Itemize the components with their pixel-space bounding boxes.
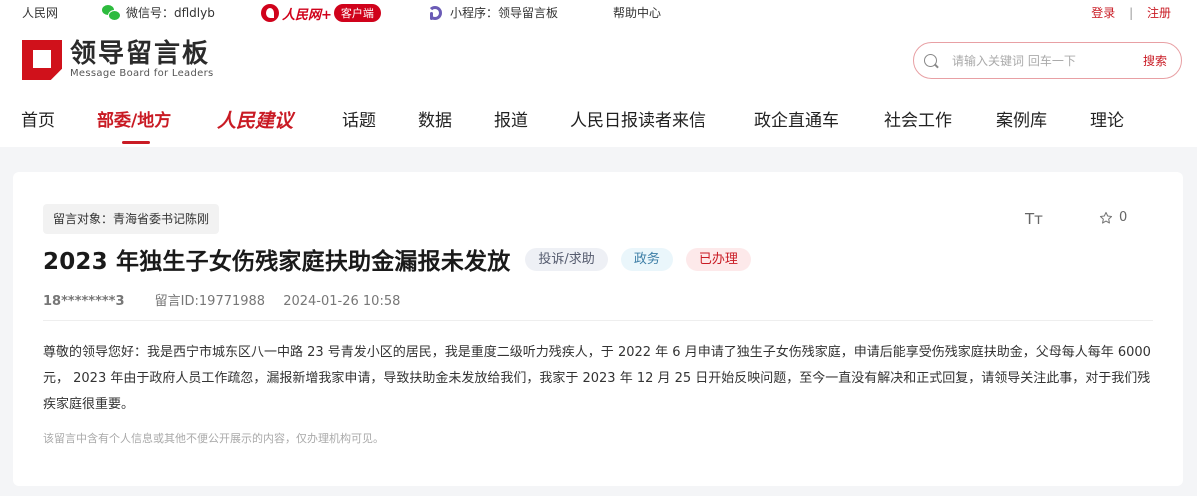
nav-item-theory[interactable]: 理论 bbox=[1090, 106, 1124, 147]
wechat-label: 微信号：dfldlyb bbox=[126, 6, 215, 20]
message-user: 18********3 bbox=[43, 294, 125, 309]
nav-item-social-work[interactable]: 社会工作 bbox=[884, 106, 952, 147]
message-card: 留言对象：青海省委书记陈刚 Tт 0 2023 年独生子女伤残家庭扶助金漏报未发… bbox=[13, 172, 1183, 486]
logo-mark-icon bbox=[22, 40, 62, 80]
nav-item-reader-letters[interactable]: 人民日报读者来信 bbox=[570, 106, 706, 147]
message-content: 尊敬的领导您好：我是西宁市城东区八一中路 23 号青发小区的居民，我是重度二级听… bbox=[43, 345, 1151, 412]
search-input[interactable] bbox=[952, 53, 1143, 68]
wechat-account[interactable]: 微信号：dfldlyb bbox=[102, 4, 215, 21]
logo-subtitle: Message Board for Leaders bbox=[70, 68, 214, 79]
title-row: 2023 年独生子女伤残家庭扶助金漏报未发放 投诉/求助 政务 已办理 bbox=[43, 242, 751, 276]
register-link[interactable]: 注册 bbox=[1147, 6, 1171, 20]
nav-item-case-library[interactable]: 案例库 bbox=[996, 106, 1047, 147]
message-target: 留言对象：青海省委书记陈刚 bbox=[43, 204, 220, 234]
search-box: 搜索 bbox=[913, 42, 1182, 79]
nav-item-ministries-local[interactable]: 部委/地方 bbox=[97, 106, 171, 147]
privacy-note: 该留言中含有个人信息或其他不便公开展示的内容，仅办理机构可见。 bbox=[43, 432, 384, 445]
mini-program-icon bbox=[426, 5, 442, 21]
search-button[interactable]: 搜索 bbox=[1143, 52, 1167, 69]
message-title: 2023 年独生子女伤残家庭扶助金漏报未发放 bbox=[43, 249, 511, 275]
favorite-button[interactable]: 0 bbox=[1099, 210, 1127, 225]
search-icon bbox=[924, 54, 937, 67]
nav-item-data[interactable]: 数据 bbox=[418, 106, 452, 147]
tag-government-affairs: 政务 bbox=[620, 247, 673, 271]
divider bbox=[43, 320, 1153, 321]
app-client-badge: 客户端 bbox=[333, 4, 381, 22]
nav-item-people-suggestions[interactable]: 人民建议 bbox=[217, 106, 293, 147]
mini-program-link[interactable]: 小程序：领导留言板 bbox=[426, 4, 558, 21]
message-datetime: 2024-01-26 10:58 bbox=[283, 294, 401, 309]
app-name: 人民网+ bbox=[282, 7, 332, 23]
nav-item-reports[interactable]: 报道 bbox=[494, 106, 528, 147]
auth-separator: | bbox=[1129, 6, 1134, 20]
top-utility-bar: 人民网 微信号：dfldlyb 人民网+ 客户端 小程序：领导留言板 帮助中心 … bbox=[0, 0, 1197, 26]
message-id: 留言ID:19771988 bbox=[154, 294, 266, 309]
status-badge: 已办理 bbox=[685, 247, 751, 271]
site-logo[interactable]: 领导留言板 Message Board for Leaders bbox=[22, 40, 214, 80]
login-link[interactable]: 登录 bbox=[1091, 6, 1115, 20]
star-icon bbox=[1099, 211, 1113, 224]
wechat-icon bbox=[102, 5, 121, 21]
help-center-link[interactable]: 帮助中心 bbox=[613, 4, 661, 21]
main-nav: 首页 部委/地方 人民建议 话题 数据 报道 人民日报读者来信 政企直通车 社会… bbox=[0, 106, 1197, 147]
mini-program-label: 小程序：领导留言板 bbox=[450, 6, 559, 20]
logo-title: 领导留言板 bbox=[70, 39, 211, 69]
nav-item-topics[interactable]: 话题 bbox=[342, 106, 376, 147]
people-app-icon bbox=[261, 4, 279, 22]
auth-links: 登录 | 注册 bbox=[1091, 4, 1171, 21]
nav-item-home[interactable]: 首页 bbox=[21, 106, 55, 147]
tag-complaint: 投诉/求助 bbox=[525, 247, 608, 271]
favorite-count: 0 bbox=[1119, 210, 1128, 225]
nav-item-enterprise-direct[interactable]: 政企直通车 bbox=[754, 106, 839, 147]
message-meta: 18********3 留言ID:19771988 2024-01-26 10:… bbox=[43, 290, 400, 309]
site-link[interactable]: 人民网 bbox=[22, 4, 58, 21]
site-header: 领导留言板 Message Board for Leaders 搜索 首页 部委… bbox=[0, 26, 1197, 147]
app-client-link[interactable]: 人民网+ 客户端 bbox=[261, 4, 381, 23]
font-size-icon[interactable]: Tт bbox=[1025, 210, 1043, 228]
